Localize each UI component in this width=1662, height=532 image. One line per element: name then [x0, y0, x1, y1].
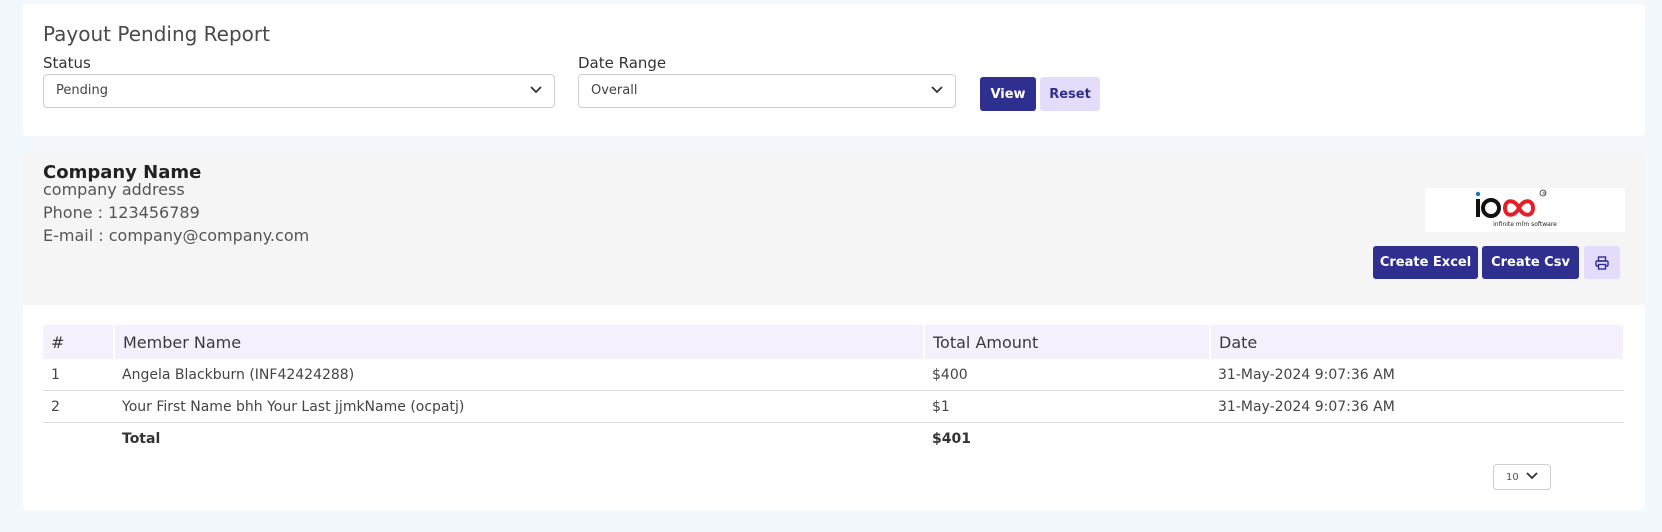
- rows-per-page-value: 10: [1506, 472, 1519, 483]
- create-csv-button[interactable]: Create Csv: [1482, 246, 1579, 279]
- status-select-value: Pending: [56, 83, 108, 98]
- chevron-down-icon: [931, 86, 943, 94]
- row-total-amount: $1: [924, 390, 1210, 423]
- company-logo: ® infinite mlm software: [1425, 188, 1625, 232]
- company-info: Company Name company address Phone : 123…: [23, 152, 1645, 305]
- filter-card: Payout Pending Report Status Pending Dat…: [23, 4, 1645, 136]
- date-range-select[interactable]: Overall: [578, 74, 956, 108]
- row-member-name: Your First Name bhh Your Last jjmkName (…: [114, 390, 924, 423]
- report-card: Company Name company address Phone : 123…: [23, 152, 1645, 510]
- view-button[interactable]: View: [980, 77, 1036, 111]
- column-header-total-amount: Total Amount: [924, 325, 1211, 359]
- logo-registered-mark: ®: [1542, 191, 1546, 196]
- logo-tagline: infinite mlm software: [1493, 221, 1557, 228]
- column-header-index: #: [43, 325, 115, 359]
- date-range-label: Date Range: [578, 54, 667, 72]
- row-index: 2: [43, 390, 114, 423]
- chevron-down-icon: [1526, 472, 1538, 480]
- company-phone: Phone : 123456789: [43, 203, 200, 222]
- total-empty-cell: [1210, 423, 1624, 455]
- status-select[interactable]: Pending: [43, 74, 555, 108]
- printer-icon: [1595, 255, 1609, 270]
- logo-image: ® infinite mlm software: [1475, 189, 1557, 228]
- total-empty-cell: [43, 423, 114, 455]
- company-email: E-mail : company@company.com: [43, 226, 310, 245]
- company-address: company address: [43, 180, 185, 199]
- table-header-row: # Member Name Total Amount Date: [43, 325, 1625, 359]
- date-range-select-value: Overall: [591, 83, 638, 98]
- row-total-amount: $400: [924, 359, 1210, 391]
- total-label: Total: [122, 430, 161, 447]
- print-button[interactable]: [1584, 246, 1620, 279]
- row-index: 1: [43, 359, 114, 391]
- payout-table: # Member Name Total Amount Date 1 Angela…: [43, 325, 1625, 454]
- column-header-member-name: Member Name: [114, 325, 925, 359]
- table-row: 2 Your First Name bhh Your Last jjmkName…: [43, 390, 1624, 423]
- status-label: Status: [43, 54, 91, 72]
- chevron-down-icon: [530, 86, 542, 94]
- row-date: 31-May-2024 9:07:36 AM: [1210, 359, 1624, 391]
- reset-button[interactable]: Reset: [1040, 77, 1100, 111]
- table-total-row: Total $401: [43, 423, 1624, 455]
- row-date: 31-May-2024 9:07:36 AM: [1210, 390, 1624, 423]
- create-excel-button[interactable]: Create Excel: [1373, 246, 1478, 279]
- page-title: Payout Pending Report: [43, 22, 270, 46]
- row-member-name: Angela Blackburn (INF42424288): [114, 359, 924, 391]
- table-row: 1 Angela Blackburn (INF42424288) $400 31…: [43, 359, 1624, 391]
- column-header-date: Date: [1210, 325, 1625, 359]
- total-value: $401: [932, 430, 971, 447]
- rows-per-page-select[interactable]: 10: [1493, 464, 1551, 490]
